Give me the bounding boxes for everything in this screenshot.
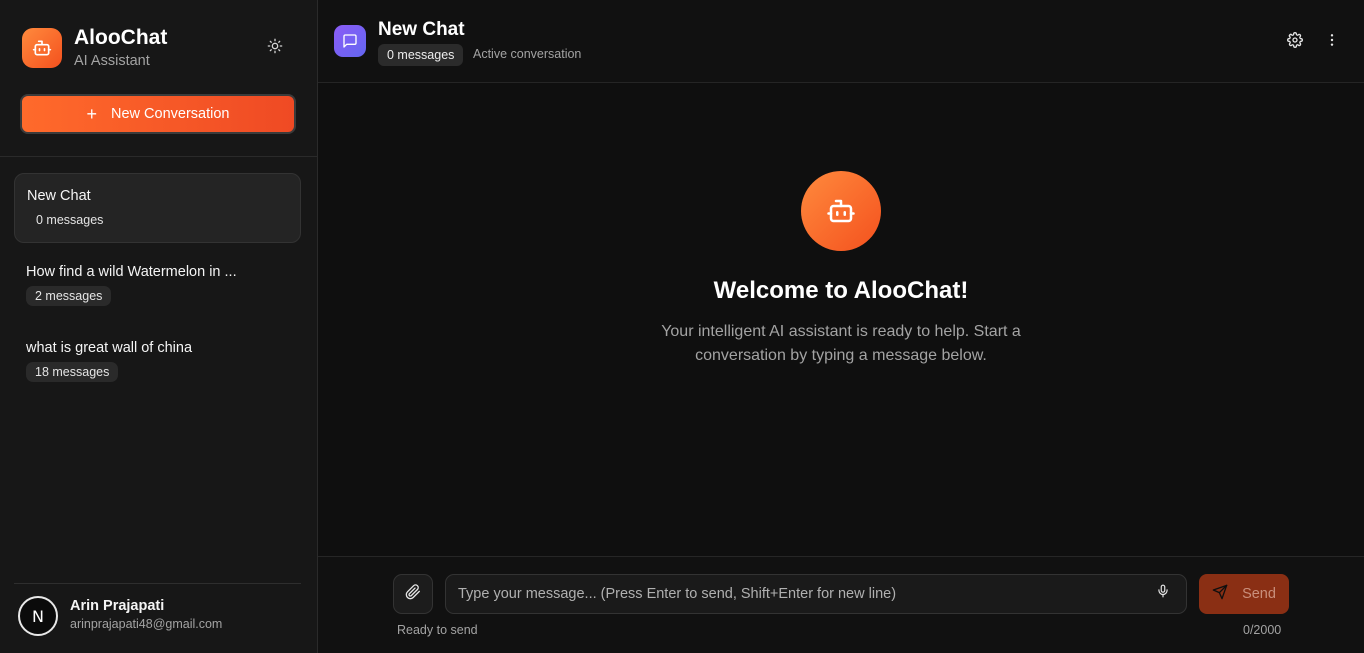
conversation-item-watermelon[interactable]: How find a wild Watermelon in ... 2 mess… — [14, 250, 301, 320]
composer-status: Ready to send — [397, 623, 478, 637]
conversation-item-great-wall[interactable]: what is great wall of china 18 messages — [14, 326, 301, 396]
user-email: arinprajapati48@gmail.com — [70, 617, 223, 631]
welcome-title: Welcome to AlooChat! — [713, 277, 969, 304]
send-icon — [1212, 584, 1228, 604]
more-options-button[interactable] — [1321, 31, 1343, 53]
conversation-title: what is great wall of china — [26, 340, 193, 356]
paperclip-icon — [405, 583, 421, 605]
send-label: Send — [1242, 586, 1276, 602]
message-composer: Send Ready to send 0/2000 — [318, 556, 1364, 653]
user-name: Arin Prajapati — [70, 598, 165, 614]
microphone-icon — [1156, 583, 1170, 604]
gear-icon — [1287, 31, 1303, 53]
robot-icon — [801, 171, 881, 251]
conversation-status: Active conversation — [473, 47, 582, 61]
message-input[interactable] — [445, 574, 1187, 614]
divider — [0, 156, 317, 157]
divider — [14, 583, 301, 584]
sidebar: AlooChat AI Assistant + New Conversation… — [0, 0, 318, 653]
brand-name: AlooChat — [74, 26, 168, 49]
app-window: AlooChat AI Assistant + New Conversation… — [0, 0, 1364, 653]
more-vertical-icon — [1324, 32, 1340, 53]
conversation-message-count: 0 messages — [36, 213, 104, 227]
settings-button[interactable] — [1284, 31, 1306, 53]
theme-toggle-button[interactable] — [262, 35, 288, 61]
character-count: 0/2000 — [1243, 623, 1282, 637]
conversation-title: How find a wild Watermelon in ... — [26, 264, 237, 280]
chat-header: New Chat 0 messages Active conversation — [318, 0, 1364, 83]
chat-main: New Chat 0 messages Active conversation — [318, 0, 1364, 653]
sun-icon — [267, 38, 283, 59]
new-conversation-label: New Conversation — [111, 106, 230, 122]
conversation-message-count: 2 messages — [26, 286, 112, 306]
plus-icon: + — [86, 104, 98, 124]
chat-title: New Chat — [378, 19, 465, 40]
conversation-message-count: 18 messages — [26, 362, 119, 382]
robot-icon — [22, 28, 62, 68]
attach-button[interactable] — [393, 574, 433, 614]
message-square-icon — [334, 25, 366, 57]
avatar[interactable]: N — [18, 596, 58, 636]
brand-subtitle: AI Assistant — [74, 53, 150, 69]
new-conversation-button[interactable]: + New Conversation — [20, 94, 296, 134]
send-button[interactable]: Send — [1199, 574, 1289, 614]
welcome-text: Your intelligent AI assistant is ready t… — [661, 323, 1021, 364]
message-count-badge: 0 messages — [378, 44, 464, 66]
conversation-title: New Chat — [27, 188, 91, 204]
microphone-button[interactable] — [1153, 582, 1173, 604]
conversation-item-new-chat[interactable]: New Chat 0 messages — [14, 173, 301, 243]
